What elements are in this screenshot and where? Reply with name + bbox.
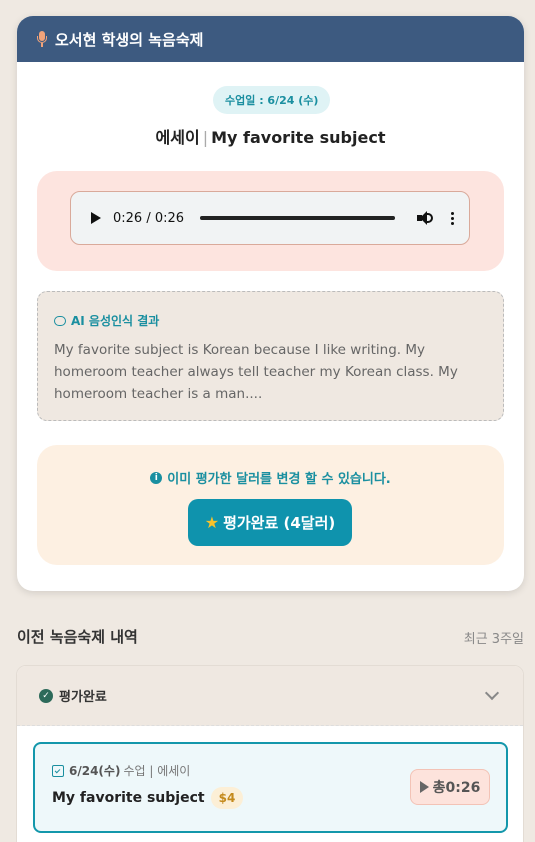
audio-player[interactable]: 0:26 / 0:26: [70, 191, 470, 245]
ai-title: AI 음성인식 결과: [54, 312, 487, 329]
card-header: 오서현 학생의 녹음숙제: [17, 16, 524, 62]
calendar-check-icon: [52, 764, 64, 777]
check-circle-icon: ✓: [39, 688, 53, 703]
assignment-type: 에세이: [155, 128, 200, 147]
accordion-label: 평가완료: [59, 690, 107, 705]
item-meta: 6/24(수) 수업 | 에세이: [52, 762, 190, 779]
evaluation-button-label: 평가완료 (4달러): [223, 514, 336, 532]
player-time: 0:26 / 0:26: [113, 210, 185, 226]
audio-section: 0:26 / 0:26: [37, 171, 504, 271]
list-item[interactable]: 6/24(수) 수업 | 에세이 My favorite subject $4 …: [33, 742, 508, 833]
card-title: 오서현 학생의 녹음숙제: [55, 30, 204, 49]
title-separator: |: [202, 128, 209, 147]
history-title: 이전 녹음숙제 내역: [17, 628, 138, 646]
price-badge: $4: [210, 787, 244, 809]
play-icon[interactable]: [91, 212, 101, 224]
assignment-title: 에세이 | My favorite subject: [17, 124, 524, 148]
homework-card: 오서현 학생의 녹음숙제 수업일 : 6/24 (수) 에세이 | My favor…: [17, 16, 524, 591]
chat-icon: [54, 315, 66, 326]
progress-bar[interactable]: [200, 216, 395, 220]
item-title: My favorite subject $4: [52, 787, 244, 809]
evaluation-complete-button[interactable]: ★ 평가완료 (4달러): [188, 499, 352, 546]
progress-fill: [200, 216, 395, 220]
evaluation-section: i 이미 평가한 달러를 변경 할 수 있습니다. ★ 평가완료 (4달러): [37, 445, 504, 565]
accordion-header[interactable]: ✓ 평가완료: [17, 666, 523, 726]
evaluation-notice: i 이미 평가한 달러를 변경 할 수 있습니다.: [37, 468, 504, 487]
info-icon: i: [150, 471, 163, 484]
ai-transcript-text: My favorite subject is Korean because I …: [54, 342, 458, 402]
assignment-topic: My favorite subject: [211, 128, 386, 147]
total-duration: 총0:26: [432, 780, 481, 796]
ai-transcript-box: AI 음성인식 결과 My favorite subject is Korean…: [37, 291, 504, 421]
item-meta-text: 수업 | 에세이: [123, 764, 191, 778]
more-options-icon[interactable]: [451, 211, 455, 225]
history-period: 최근 3주일: [463, 632, 524, 647]
volume-icon[interactable]: [417, 211, 433, 225]
item-title-text: My favorite subject: [52, 790, 205, 806]
evaluation-notice-text: 이미 평가한 달러를 변경 할 수 있습니다.: [167, 472, 391, 487]
item-date: 6/24(수): [69, 764, 121, 778]
microphone-icon: [37, 31, 47, 47]
play-icon: [419, 781, 429, 793]
ai-title-text: AI 음성인식 결과: [71, 314, 160, 328]
chevron-down-icon[interactable]: [484, 685, 500, 701]
lesson-date-badge: 수업일 : 6/24 (수): [213, 86, 331, 114]
history-accordion: ✓ 평가완료 6/24(수) 수업 | 에세이 My favorite subj…: [16, 665, 524, 842]
star-icon: ★: [204, 513, 220, 532]
play-total-button[interactable]: 총0:26: [410, 769, 490, 805]
